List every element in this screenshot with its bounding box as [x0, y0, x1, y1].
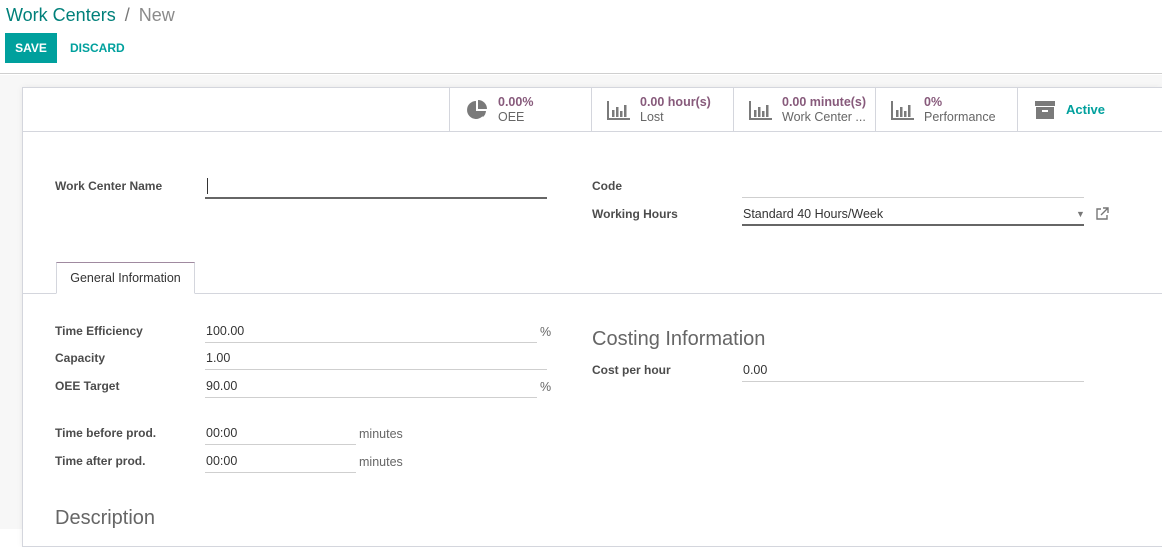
time-after-label: Time after prod. [55, 454, 146, 468]
time-before-unit: minutes [359, 427, 403, 441]
discard-button[interactable]: DISCARD [64, 33, 131, 63]
oee-target-input[interactable]: 90.00 [205, 376, 537, 398]
cost-per-hour-label: Cost per hour [592, 363, 671, 377]
chevron-down-icon[interactable]: ▼ [1076, 209, 1085, 219]
workcenter-load-label: Work Center ... [782, 109, 866, 124]
working-hours-label: Working Hours [592, 207, 678, 221]
button-box: 0.00% OEE 0.00 hour(s) Lost 0.00 minute(… [23, 88, 1162, 132]
lost-stat-button[interactable]: 0.00 hour(s) Lost [591, 88, 733, 131]
breadcrumb-current: New [138, 5, 175, 25]
bar-chart-icon [748, 99, 774, 121]
oee-target-label: OEE Target [55, 379, 120, 393]
active-toggle-button[interactable]: Active [1017, 88, 1162, 131]
pie-chart-icon [464, 99, 490, 121]
external-link-icon[interactable] [1095, 207, 1109, 221]
breadcrumb-separator: / [124, 5, 130, 25]
performance-value: 0% [924, 94, 943, 109]
breadcrumb-work-centers[interactable]: Work Centers [6, 5, 116, 25]
text-cursor [207, 178, 208, 194]
lost-label: Lost [640, 109, 664, 124]
capacity-label: Capacity [55, 351, 106, 365]
time-efficiency-input[interactable]: 100.00 [205, 321, 537, 343]
capacity-input[interactable]: 1.00 [205, 348, 547, 370]
form-sheet: 0.00% OEE 0.00 hour(s) Lost 0.00 minute(… [22, 87, 1162, 547]
tab-general-information[interactable]: General Information [56, 262, 195, 294]
save-button[interactable]: SAVE [5, 33, 57, 63]
active-label: Active [1066, 102, 1106, 117]
time-efficiency-unit: % [540, 325, 552, 339]
time-efficiency-label: Time Efficiency [55, 324, 143, 338]
content-area: 0.00% OEE 0.00 hour(s) Lost 0.00 minute(… [0, 75, 1162, 547]
bar-chart-icon [890, 99, 916, 121]
lost-value: 0.00 hour(s) [640, 94, 711, 109]
costing-information-title: Costing Information [592, 328, 766, 350]
oee-value: 0.00% [498, 94, 534, 109]
time-before-label: Time before prod. [55, 426, 157, 440]
code-label: Code [592, 179, 622, 193]
description-title: Description [55, 507, 156, 529]
time-after-input[interactable]: 00:00 [205, 451, 356, 473]
time-before-input[interactable]: 00:00 [205, 423, 356, 445]
workcenter-load-stat-button[interactable]: 0.00 minute(s) Work Center ... [733, 88, 875, 131]
workcenter-load-value: 0.00 minute(s) [782, 94, 867, 109]
working-hours-select[interactable]: Standard 40 Hours/Week [742, 204, 1084, 226]
code-input[interactable] [742, 176, 1084, 198]
breadcrumb: Work Centers / New [6, 5, 175, 26]
time-after-unit: minutes [359, 455, 403, 469]
performance-label: Performance [924, 109, 996, 124]
oee-stat-button[interactable]: 0.00% OEE [449, 88, 591, 131]
oee-label: OEE [498, 109, 525, 124]
bar-chart-icon [606, 99, 632, 121]
archive-icon [1032, 99, 1058, 121]
cost-per-hour-input[interactable]: 0.00 [742, 360, 1084, 382]
performance-stat-button[interactable]: 0% Performance [875, 88, 1017, 131]
work-center-name-label: Work Center Name [55, 179, 163, 193]
oee-target-unit: % [540, 380, 552, 394]
control-panel: Work Centers / New SAVE DISCARD [0, 0, 1162, 74]
work-center-name-input[interactable] [205, 177, 547, 199]
